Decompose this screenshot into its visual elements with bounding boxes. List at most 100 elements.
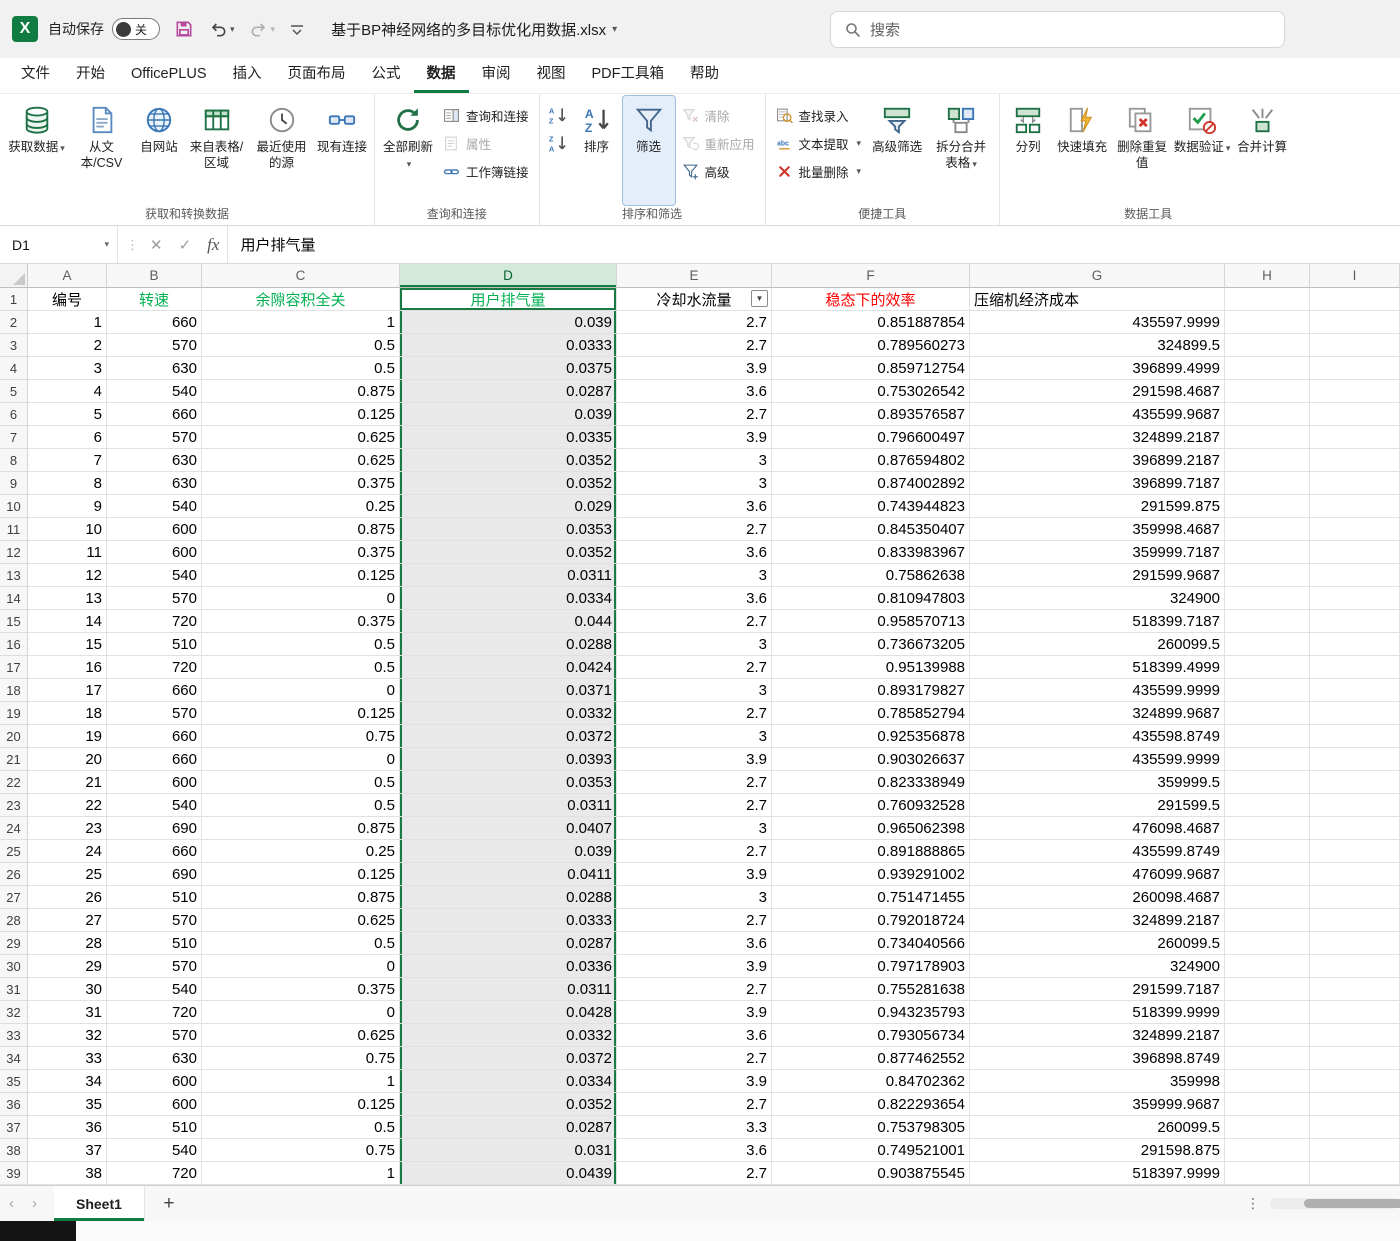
- cell-B28[interactable]: 570: [107, 909, 202, 932]
- cell-D32[interactable]: 0.0428: [400, 1001, 617, 1024]
- cell-G30[interactable]: 324900: [970, 955, 1225, 978]
- row-header-5[interactable]: 5: [0, 380, 28, 403]
- column-header-E[interactable]: E: [617, 264, 772, 288]
- from-table-range-button[interactable]: 来自表格/区域: [185, 96, 248, 205]
- cell-H24[interactable]: [1225, 817, 1310, 840]
- cell-H17[interactable]: [1225, 656, 1310, 679]
- cell-F7[interactable]: 0.796600497: [772, 426, 970, 449]
- cell-C34[interactable]: 0.75: [202, 1047, 400, 1070]
- filter-button[interactable]: 筛选: [621, 95, 676, 206]
- cell-F4[interactable]: 0.859712754: [772, 357, 970, 380]
- cell-C1[interactable]: 余隙容积全关: [202, 288, 400, 311]
- cell-C14[interactable]: 0: [202, 587, 400, 610]
- cell-H23[interactable]: [1225, 794, 1310, 817]
- cell-E29[interactable]: 3.6: [617, 932, 772, 955]
- cell-G11[interactable]: 359998.4687: [970, 518, 1225, 541]
- menu-tab-2[interactable]: OfficePLUS: [118, 58, 220, 93]
- cell-A22[interactable]: 21: [28, 771, 107, 794]
- column-header-G[interactable]: G: [970, 264, 1225, 288]
- cell-A18[interactable]: 17: [28, 679, 107, 702]
- cell-A8[interactable]: 7: [28, 449, 107, 472]
- cell-B13[interactable]: 540: [107, 564, 202, 587]
- cell-C32[interactable]: 0: [202, 1001, 400, 1024]
- cell-C24[interactable]: 0.875: [202, 817, 400, 840]
- cell-F14[interactable]: 0.810947803: [772, 587, 970, 610]
- cell-F3[interactable]: 0.789560273: [772, 334, 970, 357]
- cell-C3[interactable]: 0.5: [202, 334, 400, 357]
- cell-B30[interactable]: 570: [107, 955, 202, 978]
- row-header-1[interactable]: 1: [0, 288, 28, 311]
- cell-H33[interactable]: [1225, 1024, 1310, 1047]
- cell-G3[interactable]: 324899.5: [970, 334, 1225, 357]
- cell-E16[interactable]: 3: [617, 633, 772, 656]
- cell-F37[interactable]: 0.753798305: [772, 1116, 970, 1139]
- cell-E17[interactable]: 2.7: [617, 656, 772, 679]
- cell-F29[interactable]: 0.734040566: [772, 932, 970, 955]
- cell-D26[interactable]: 0.0411: [400, 863, 617, 886]
- cell-A2[interactable]: 1: [28, 311, 107, 334]
- workbook-links-button[interactable]: 工作簿链接: [438, 159, 534, 183]
- row-header-28[interactable]: 28: [0, 909, 28, 932]
- cell-G33[interactable]: 324899.2187: [970, 1024, 1225, 1047]
- row-header-24[interactable]: 24: [0, 817, 28, 840]
- cell-B37[interactable]: 510: [107, 1116, 202, 1139]
- column-header-C[interactable]: C: [202, 264, 400, 288]
- cell-I38[interactable]: [1310, 1139, 1400, 1162]
- row-header-37[interactable]: 37: [0, 1116, 28, 1139]
- cell-A38[interactable]: 37: [28, 1139, 107, 1162]
- cell-A20[interactable]: 19: [28, 725, 107, 748]
- cell-I23[interactable]: [1310, 794, 1400, 817]
- cell-E11[interactable]: 2.7: [617, 518, 772, 541]
- cell-D11[interactable]: 0.0353: [400, 518, 617, 541]
- cell-B11[interactable]: 600: [107, 518, 202, 541]
- cell-F12[interactable]: 0.833983967: [772, 541, 970, 564]
- cell-A9[interactable]: 8: [28, 472, 107, 495]
- cell-E12[interactable]: 3.6: [617, 541, 772, 564]
- cell-A21[interactable]: 20: [28, 748, 107, 771]
- cell-A4[interactable]: 3: [28, 357, 107, 380]
- cell-D7[interactable]: 0.0335: [400, 426, 617, 449]
- cell-E4[interactable]: 3.9: [617, 357, 772, 380]
- cell-F11[interactable]: 0.845350407: [772, 518, 970, 541]
- cell-F23[interactable]: 0.760932528: [772, 794, 970, 817]
- sort-descending-button[interactable]: [545, 131, 571, 155]
- row-header-6[interactable]: 6: [0, 403, 28, 426]
- advanced-filter-button[interactable]: 高级: [677, 159, 760, 183]
- cell-F16[interactable]: 0.736673205: [772, 633, 970, 656]
- cell-B7[interactable]: 570: [107, 426, 202, 449]
- confirm-entry-icon[interactable]: ✓: [179, 236, 192, 254]
- cell-B21[interactable]: 660: [107, 748, 202, 771]
- cell-I32[interactable]: [1310, 1001, 1400, 1024]
- cell-C13[interactable]: 0.125: [202, 564, 400, 587]
- cell-D16[interactable]: 0.0288: [400, 633, 617, 656]
- cell-A5[interactable]: 4: [28, 380, 107, 403]
- cell-H16[interactable]: [1225, 633, 1310, 656]
- queries-connections-button[interactable]: 查询和连接: [438, 103, 534, 127]
- row-header-38[interactable]: 38: [0, 1139, 28, 1162]
- from-web-button[interactable]: 自网站: [135, 96, 183, 205]
- cell-D15[interactable]: 0.044: [400, 610, 617, 633]
- cell-E19[interactable]: 2.7: [617, 702, 772, 725]
- cell-H25[interactable]: [1225, 840, 1310, 863]
- cell-A16[interactable]: 15: [28, 633, 107, 656]
- cell-C23[interactable]: 0.5: [202, 794, 400, 817]
- cell-H28[interactable]: [1225, 909, 1310, 932]
- refresh-all-button[interactable]: 全部刷新▾: [380, 96, 436, 205]
- cell-A17[interactable]: 16: [28, 656, 107, 679]
- cell-A29[interactable]: 28: [28, 932, 107, 955]
- cell-H37[interactable]: [1225, 1116, 1310, 1139]
- cell-C15[interactable]: 0.375: [202, 610, 400, 633]
- cell-I33[interactable]: [1310, 1024, 1400, 1047]
- cell-G19[interactable]: 324899.9687: [970, 702, 1225, 725]
- cell-F21[interactable]: 0.903026637: [772, 748, 970, 771]
- name-box[interactable]: D1 ▾: [0, 226, 118, 263]
- cell-A30[interactable]: 29: [28, 955, 107, 978]
- remove-duplicates-button[interactable]: 删除重复值: [1113, 96, 1171, 205]
- cell-E21[interactable]: 3.9: [617, 748, 772, 771]
- cell-F31[interactable]: 0.755281638: [772, 978, 970, 1001]
- cell-H11[interactable]: [1225, 518, 1310, 541]
- consolidate-button[interactable]: 合并计算: [1233, 96, 1291, 205]
- cell-G18[interactable]: 435599.9999: [970, 679, 1225, 702]
- row-header-2[interactable]: 2: [0, 311, 28, 334]
- cell-G6[interactable]: 435599.9687: [970, 403, 1225, 426]
